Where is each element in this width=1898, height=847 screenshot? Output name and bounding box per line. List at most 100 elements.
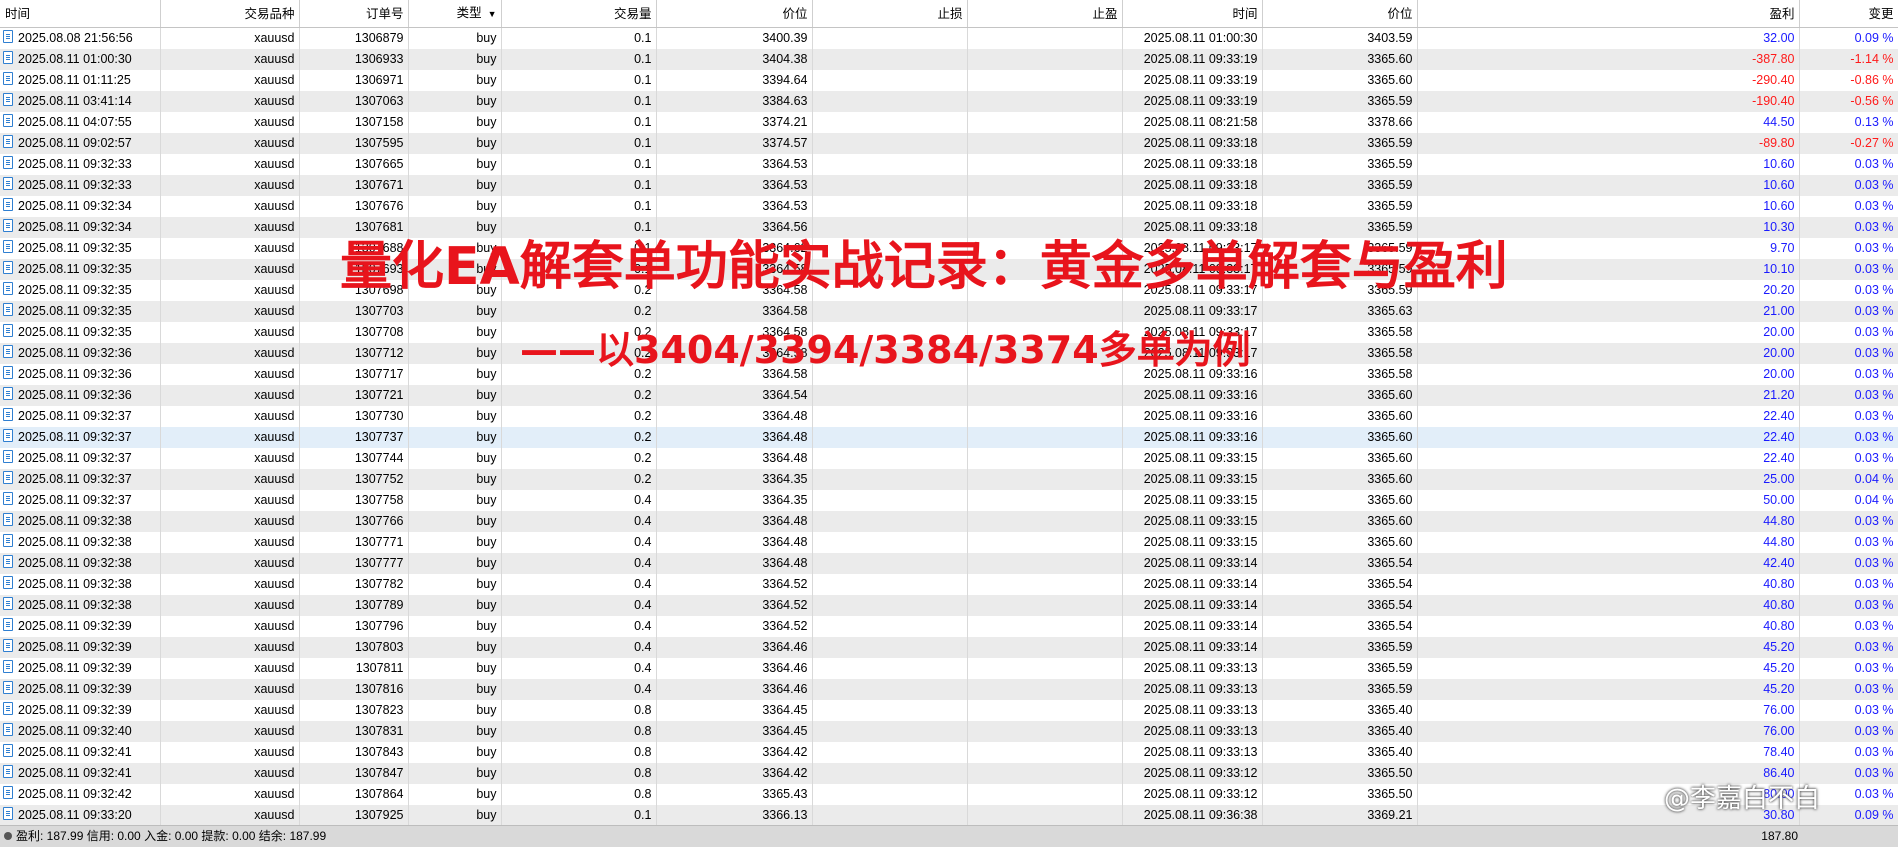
table-row[interactable]: 2025.08.11 09:32:41 xauusd 1307843 buy 0.8 33… <box>0 742 1898 763</box>
cell-volume: 0.4 <box>501 490 657 511</box>
cell-open-time: 2025.08.11 01:11:25 <box>0 70 161 91</box>
cell-ticket: 1307681 <box>299 217 409 238</box>
cell-type: buy <box>408 700 502 721</box>
cell-open-time: 2025.08.11 09:32:37 <box>0 490 161 511</box>
cell-ticket: 1306933 <box>299 49 409 70</box>
cell-open-price: 3404.38 <box>656 49 813 70</box>
column-header-volume[interactable]: 交易量 <box>501 0 657 28</box>
table-row[interactable]: 2025.08.11 09:32:37 xauusd 1307737 buy 0.2 33… <box>0 427 1898 448</box>
cell-type: buy <box>408 364 502 385</box>
document-icon <box>3 198 13 211</box>
table-row[interactable]: 2025.08.11 01:00:30 xauusd 1306933 buy 0.1 34… <box>0 49 1898 70</box>
cell-stop-loss <box>812 70 968 91</box>
cell-change: 0.03 % <box>1799 154 1898 175</box>
table-row[interactable]: 2025.08.11 09:32:38 xauusd 1307766 buy 0.4 33… <box>0 511 1898 532</box>
table-row[interactable]: 2025.08.11 09:32:37 xauusd 1307730 buy 0.2 33… <box>0 406 1898 427</box>
account-summary-text: 盈利: 187.99 信用: 0.00 入金: 0.00 提款: 0.00 结余… <box>16 829 327 843</box>
cell-take-profit <box>967 385 1123 406</box>
table-row[interactable]: 2025.08.11 09:32:36 xauusd 1307721 buy 0.2 33… <box>0 385 1898 406</box>
column-header-type[interactable]: 类型 ▼ <box>408 0 502 28</box>
cell-change: 0.03 % <box>1799 427 1898 448</box>
column-header-ticket[interactable]: 订单号 <box>299 0 409 28</box>
table-row[interactable]: 2025.08.11 09:32:39 xauusd 1307811 buy 0.4 33… <box>0 658 1898 679</box>
cell-close-time: 2025.08.11 09:33:18 <box>1122 133 1263 154</box>
column-header-profit[interactable]: 盈利 <box>1417 0 1800 28</box>
table-row[interactable]: 2025.08.11 09:32:37 xauusd 1307758 buy 0.4 33… <box>0 490 1898 511</box>
cell-open-time: 2025.08.11 09:32:38 <box>0 553 161 574</box>
cell-volume: 0.4 <box>501 553 657 574</box>
cell-profit: 22.40 <box>1417 448 1800 469</box>
table-row[interactable]: 2025.08.11 09:32:37 xauusd 1307744 buy 0.2 33… <box>0 448 1898 469</box>
table-row[interactable]: 2025.08.11 09:32:37 xauusd 1307752 buy 0.2 33… <box>0 469 1898 490</box>
cell-profit: 50.00 <box>1417 490 1800 511</box>
cell-close-price: 3365.59 <box>1262 637 1418 658</box>
cell-profit: 44.80 <box>1417 511 1800 532</box>
document-icon <box>3 387 13 400</box>
table-row[interactable]: 2025.08.11 09:32:33 xauusd 1307671 buy 0.1 33… <box>0 175 1898 196</box>
cell-close-time: 2025.08.11 08:21:58 <box>1122 112 1263 133</box>
cell-profit: -290.40 <box>1417 70 1800 91</box>
cell-symbol: xauusd <box>160 133 300 154</box>
cell-type: buy <box>408 112 502 133</box>
open-time-text: 2025.08.11 09:32:41 <box>18 766 132 780</box>
cell-type: buy <box>408 805 502 826</box>
table-row[interactable]: 2025.08.11 09:32:33 xauusd 1307665 buy 0.1 33… <box>0 154 1898 175</box>
cell-open-time: 2025.08.11 09:32:36 <box>0 343 161 364</box>
document-icon <box>3 534 13 547</box>
table-row[interactable]: 2025.08.11 09:32:39 xauusd 1307796 buy 0.4 33… <box>0 616 1898 637</box>
cell-stop-loss <box>812 721 968 742</box>
open-time-text: 2025.08.11 09:32:33 <box>18 178 132 192</box>
cell-open-price: 3364.45 <box>656 721 813 742</box>
cell-close-time: 2025.08.11 09:33:12 <box>1122 763 1263 784</box>
document-icon <box>3 681 13 694</box>
cell-open-time: 2025.08.11 09:32:38 <box>0 511 161 532</box>
cell-close-price: 3365.40 <box>1262 721 1418 742</box>
table-row[interactable]: 2025.08.11 09:32:38 xauusd 1307789 buy 0.4 33… <box>0 595 1898 616</box>
cell-open-price: 3364.42 <box>656 742 813 763</box>
table-row[interactable]: 2025.08.11 09:32:42 xauusd 1307864 buy 0.8 33… <box>0 784 1898 805</box>
cell-volume: 0.1 <box>501 154 657 175</box>
cell-type: buy <box>408 763 502 784</box>
table-row[interactable]: 2025.08.11 09:32:40 xauusd 1307831 buy 0.8 33… <box>0 721 1898 742</box>
column-header-stop-loss[interactable]: 止损 <box>812 0 968 28</box>
table-row[interactable]: 2025.08.11 09:32:34 xauusd 1307676 buy 0.1 33… <box>0 196 1898 217</box>
column-header-close-price[interactable]: 价位 <box>1262 0 1418 28</box>
cell-ticket: 1307847 <box>299 763 409 784</box>
table-row[interactable]: 2025.08.11 09:32:34 xauusd 1307681 buy 0.1 33… <box>0 217 1898 238</box>
column-header-open-price[interactable]: 价位 <box>656 0 813 28</box>
table-row[interactable]: 2025.08.11 09:02:57 xauusd 1307595 buy 0.1 33… <box>0 133 1898 154</box>
cell-take-profit <box>967 469 1123 490</box>
cell-stop-loss <box>812 595 968 616</box>
cell-symbol: xauusd <box>160 700 300 721</box>
cell-take-profit <box>967 700 1123 721</box>
table-row[interactable]: 2025.08.11 09:32:38 xauusd 1307782 buy 0.4 33… <box>0 574 1898 595</box>
cell-close-time: 2025.08.11 09:33:15 <box>1122 532 1263 553</box>
cell-close-time: 2025.08.11 09:33:16 <box>1122 406 1263 427</box>
table-row[interactable]: 2025.08.11 01:11:25 xauusd 1306971 buy 0.1 33… <box>0 70 1898 91</box>
cell-type: buy <box>408 616 502 637</box>
cell-open-time: 2025.08.11 09:32:36 <box>0 385 161 406</box>
cell-stop-loss <box>812 574 968 595</box>
table-row[interactable]: 2025.08.08 21:56:56 xauusd 1306879 buy 0.1 34… <box>0 27 1898 49</box>
column-header-open-time[interactable]: 时间 <box>0 0 161 28</box>
table-row[interactable]: 2025.08.11 03:41:14 xauusd 1307063 buy 0.1 33… <box>0 91 1898 112</box>
cell-ticket: 1306971 <box>299 70 409 91</box>
column-header-take-profit[interactable]: 止盈 <box>967 0 1123 28</box>
table-row[interactable]: 2025.08.11 09:32:39 xauusd 1307816 buy 0.4 33… <box>0 679 1898 700</box>
cell-close-price: 3365.54 <box>1262 553 1418 574</box>
column-header-change[interactable]: 变更 <box>1799 0 1898 28</box>
table-row[interactable]: 2025.08.11 09:32:38 xauusd 1307771 buy 0.4 33… <box>0 532 1898 553</box>
column-header-close-time[interactable]: 时间 <box>1122 0 1263 28</box>
cell-change: 0.03 % <box>1799 637 1898 658</box>
table-row[interactable]: 2025.08.11 09:32:38 xauusd 1307777 buy 0.4 33… <box>0 553 1898 574</box>
table-row[interactable]: 2025.08.11 09:32:39 xauusd 1307803 buy 0.4 33… <box>0 637 1898 658</box>
table-row[interactable]: 2025.08.11 09:32:39 xauusd 1307823 buy 0.8 33… <box>0 700 1898 721</box>
table-row[interactable]: 2025.08.11 09:32:41 xauusd 1307847 buy 0.8 33… <box>0 763 1898 784</box>
table-row[interactable]: 2025.08.11 09:33:20 xauusd 1307925 buy 0.1 33… <box>0 805 1898 826</box>
table-row[interactable]: 2025.08.11 09:32:35 xauusd 1307703 buy 0.2 33… <box>0 301 1898 322</box>
column-header-symbol[interactable]: 交易品种 <box>160 0 300 28</box>
cell-close-time: 2025.08.11 09:33:13 <box>1122 721 1263 742</box>
cell-profit: 44.80 <box>1417 532 1800 553</box>
cell-profit: 25.00 <box>1417 469 1800 490</box>
table-row[interactable]: 2025.08.11 04:07:55 xauusd 1307158 buy 0.1 33… <box>0 112 1898 133</box>
